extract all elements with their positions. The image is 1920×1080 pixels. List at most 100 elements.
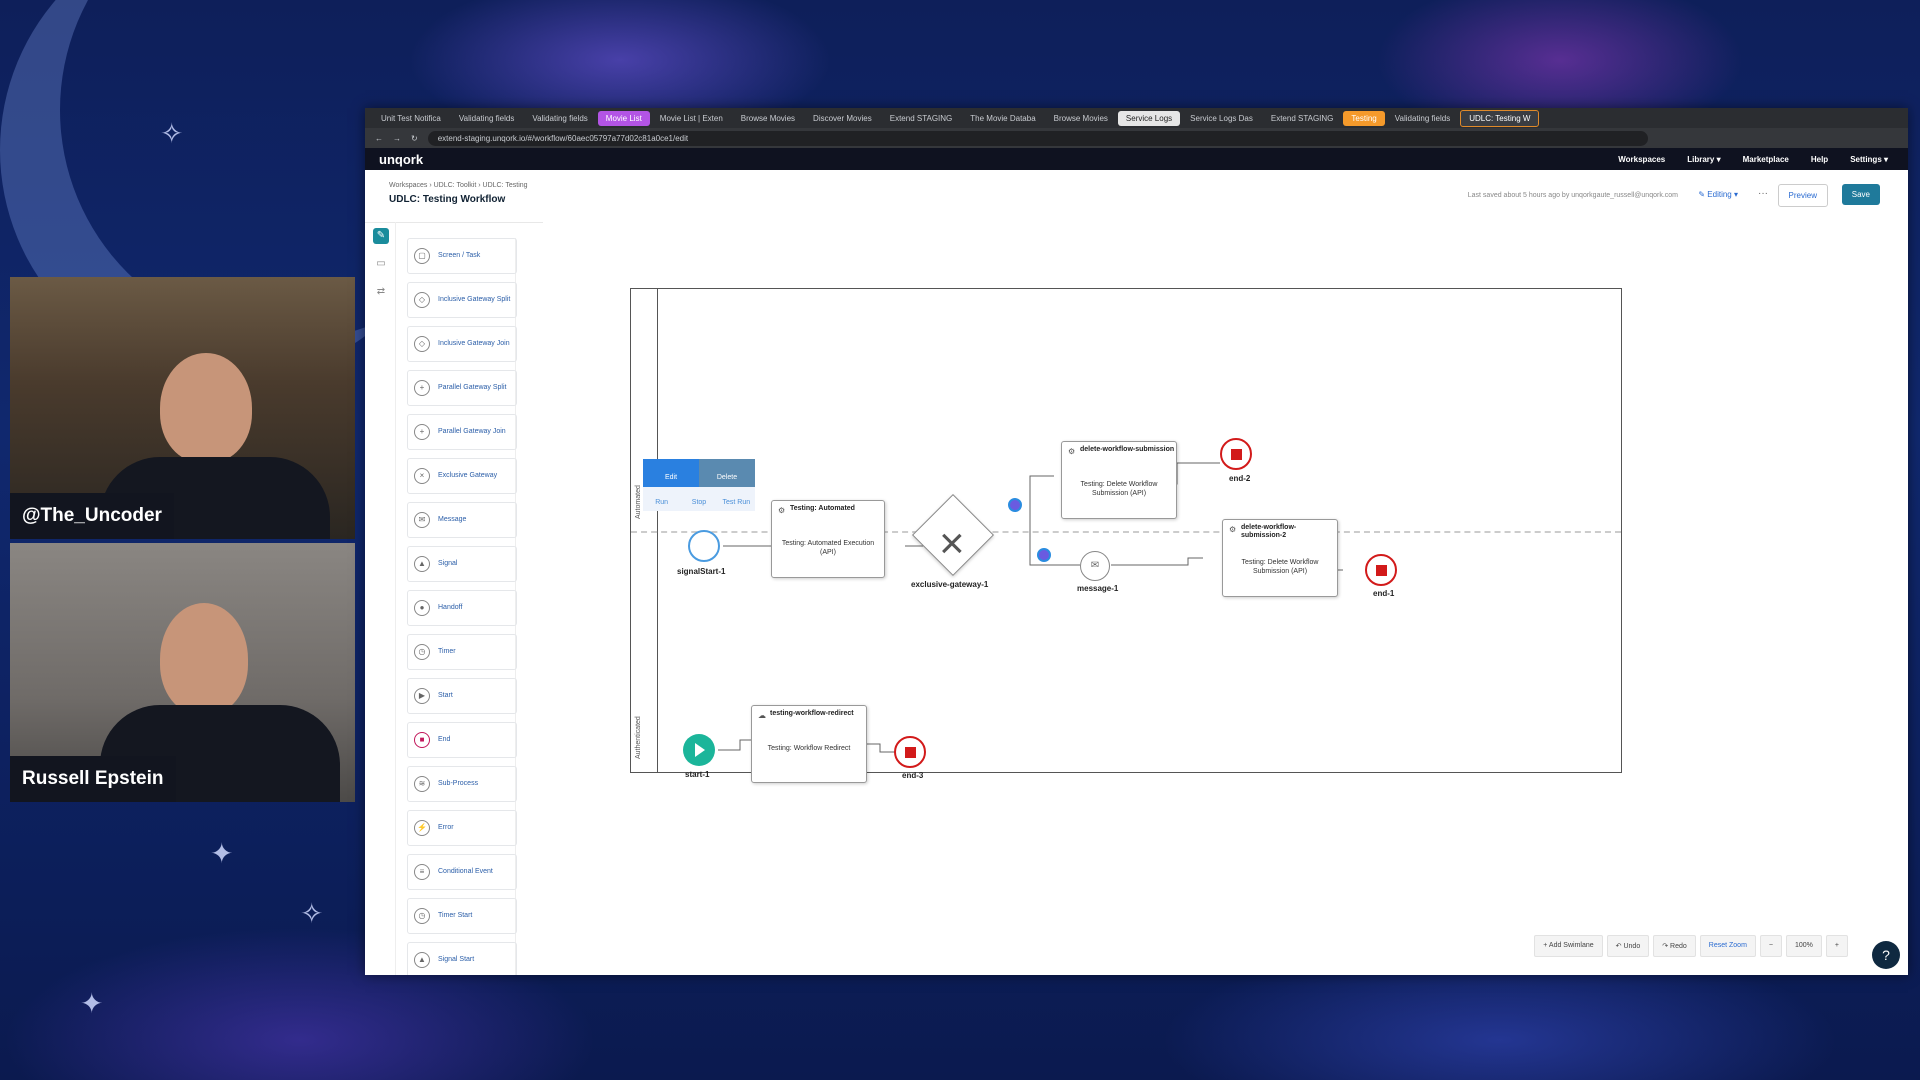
user-icon: ☁ [758, 711, 766, 720]
browser-tab[interactable]: Validating fields [451, 111, 522, 126]
preview-button[interactable]: Preview [1777, 184, 1828, 207]
reload-icon[interactable]: ↻ [411, 134, 418, 143]
element-toolbar: Edit Delete Run Stop Test Run [643, 459, 755, 517]
palette-item-parallel-split[interactable]: + Parallel Gateway Split [407, 370, 517, 406]
start-event[interactable] [683, 734, 715, 766]
browser-tab[interactable]: Browse Movies [733, 111, 803, 126]
palette-item-inclusive-join[interactable]: ◇ Inclusive Gateway Join [407, 326, 517, 362]
delete-element-button[interactable]: Delete [699, 459, 755, 487]
palette-item-message[interactable]: ✉ Message [407, 502, 517, 538]
palette-item-screen-task[interactable]: ▢ Screen / Task [407, 238, 517, 274]
browser-tab[interactable]: Movie List | Exten [652, 111, 731, 126]
gateway-x-icon: × [939, 519, 965, 568]
undo-label: Undo [1623, 943, 1641, 950]
forward-icon[interactable]: → [393, 134, 401, 143]
palette-item-inclusive-split[interactable]: ◇ Inclusive Gateway Split [407, 282, 517, 318]
browser-tab-strip: Unit Test Notifica Validating fields Val… [365, 108, 1908, 128]
unqork-logo[interactable]: unqork [379, 152, 423, 167]
browser-tab[interactable]: Unit Test Notifica [373, 111, 449, 126]
nav-library[interactable]: Library ▾ [1687, 155, 1720, 164]
browser-tab[interactable]: Extend STAGING [1263, 111, 1342, 126]
signal-start-event[interactable] [688, 530, 720, 562]
reset-zoom-button[interactable]: Reset Zoom [1699, 935, 1756, 957]
palette-item-exclusive-gateway[interactable]: × Exclusive Gateway [407, 458, 517, 494]
palette-item-start[interactable]: ▶ Start [407, 678, 517, 714]
more-options-icon[interactable]: ··· [1758, 188, 1768, 199]
back-icon[interactable]: ← [375, 134, 383, 143]
streamer-name-tag: Russell Epstein [10, 756, 176, 802]
palette-item-error[interactable]: ⚡ Error [407, 810, 517, 846]
browser-tab[interactable]: The Movie Databa [962, 111, 1043, 126]
conditional-icon: ≡ [414, 864, 430, 880]
palette-item-handoff[interactable]: ● Handoff [407, 590, 517, 626]
condition-marker[interactable] [1008, 498, 1022, 512]
browser-tab[interactable]: Browse Movies [1046, 111, 1116, 126]
browser-tab[interactable]: Validating fields [524, 111, 595, 126]
zoom-in-button[interactable]: + [1825, 935, 1848, 957]
stop-icon: ■ [414, 732, 430, 748]
nav-marketplace[interactable]: Marketplace [1743, 155, 1789, 164]
star-icon: ✦ [210, 838, 234, 869]
breadcrumb-item[interactable]: Workspaces [389, 182, 427, 189]
browser-tab[interactable]: Movie List [597, 110, 650, 126]
task-delete-workflow-submission[interactable]: ⚙ delete-workflow-submission Testing: De… [1061, 441, 1177, 519]
browser-tab[interactable]: Service Logs [1117, 110, 1181, 126]
palette-item-signal-start[interactable]: ▲ Signal Start [407, 942, 517, 975]
task-testing-automated[interactable]: ⚙ Testing: Automated Testing: Automated … [771, 500, 885, 578]
palette-item-sub-process[interactable]: ≋ Sub-Process [407, 766, 517, 802]
browser-address-bar: ← → ↻ extend-staging.unqork.io/#/workflo… [365, 128, 1908, 148]
end-event[interactable] [1365, 554, 1397, 586]
run-button[interactable]: Run [643, 487, 680, 511]
browser-tab[interactable]: Validating fields [1387, 111, 1458, 126]
palette-item-timer-start[interactable]: ◷ Timer Start [407, 898, 517, 934]
error-icon: ⚡ [414, 820, 430, 836]
edit-mode-icon[interactable]: ✎ [373, 228, 389, 244]
palette-item-end[interactable]: ■ End [407, 722, 517, 758]
end-event[interactable] [894, 736, 926, 768]
editing-mode-dropdown[interactable]: ✎ Editing ▾ [1698, 190, 1738, 199]
palette-item-signal[interactable]: ▲ Signal [407, 546, 517, 582]
condition-marker[interactable] [1037, 548, 1051, 562]
grid-view-icon[interactable]: ▭ [373, 256, 389, 272]
url-field[interactable]: extend-staging.unqork.io/#/workflow/60ae… [427, 130, 1648, 146]
left-tool-rail: ✎ ▭ ⇄ [365, 222, 396, 975]
nav-settings[interactable]: Settings ▾ [1850, 155, 1888, 164]
browser-tab[interactable]: Testing [1343, 110, 1385, 126]
browser-tab[interactable]: Service Logs Das [1182, 111, 1261, 126]
canvas-bottom-toolbar: + Add Swimlane ↶ Undo ↷ Redo Reset Zoom … [1534, 935, 1848, 957]
nav-workspaces[interactable]: Workspaces [1618, 155, 1665, 164]
browser-tab[interactable]: Discover Movies [805, 111, 880, 126]
breadcrumb-item[interactable]: UDLC: Toolkit [434, 182, 477, 189]
stop-button[interactable]: Stop [680, 487, 717, 511]
save-button[interactable]: Save [1841, 184, 1880, 205]
x-diamond-icon: × [414, 468, 430, 484]
page-title[interactable]: UDLC: Testing Workflow [389, 194, 505, 205]
task-testing-workflow-redirect[interactable]: ☁ testing-workflow-redirect Testing: Wor… [751, 705, 867, 783]
nav-help[interactable]: Help [1811, 155, 1828, 164]
task-delete-workflow-submission-2[interactable]: ⚙ delete-workflow-submission-2 Testing: … [1222, 519, 1338, 597]
swap-icon[interactable]: ⇄ [373, 284, 389, 300]
browser-tab-active[interactable]: UDLC: Testing W [1460, 109, 1540, 127]
add-swimlane-button[interactable]: + Add Swimlane [1534, 935, 1603, 957]
test-run-button[interactable]: Test Run [718, 487, 755, 511]
palette-item-timer[interactable]: ◷ Timer [407, 634, 517, 670]
redo-button[interactable]: ↷ Redo [1653, 935, 1696, 957]
person-head [160, 353, 252, 463]
redo-label: Redo [1670, 943, 1687, 950]
envelope-icon: ✉ [414, 512, 430, 528]
zoom-out-button[interactable]: − [1759, 935, 1782, 957]
palette-item-parallel-join[interactable]: + Parallel Gateway Join [407, 414, 517, 450]
browser-tab[interactable]: Extend STAGING [882, 111, 961, 126]
flow-connector [1111, 557, 1203, 566]
end-event[interactable] [1220, 438, 1252, 470]
undo-button[interactable]: ↶ Undo [1606, 935, 1650, 957]
palette-item-conditional-event[interactable]: ≡ Conditional Event [407, 854, 517, 890]
editing-label: Editing [1707, 190, 1732, 199]
workflow-canvas[interactable]: Automated Authenticated Edit Delete Run … [543, 222, 1908, 975]
triangle-icon: ▲ [414, 952, 430, 968]
help-button[interactable]: ? [1872, 941, 1900, 969]
message-event[interactable]: ✉ [1080, 551, 1110, 581]
breadcrumb-item[interactable]: UDLC: Testing [483, 182, 528, 189]
edit-element-button[interactable]: Edit [643, 459, 699, 487]
envelope-icon: ✉ [1090, 560, 1100, 571]
